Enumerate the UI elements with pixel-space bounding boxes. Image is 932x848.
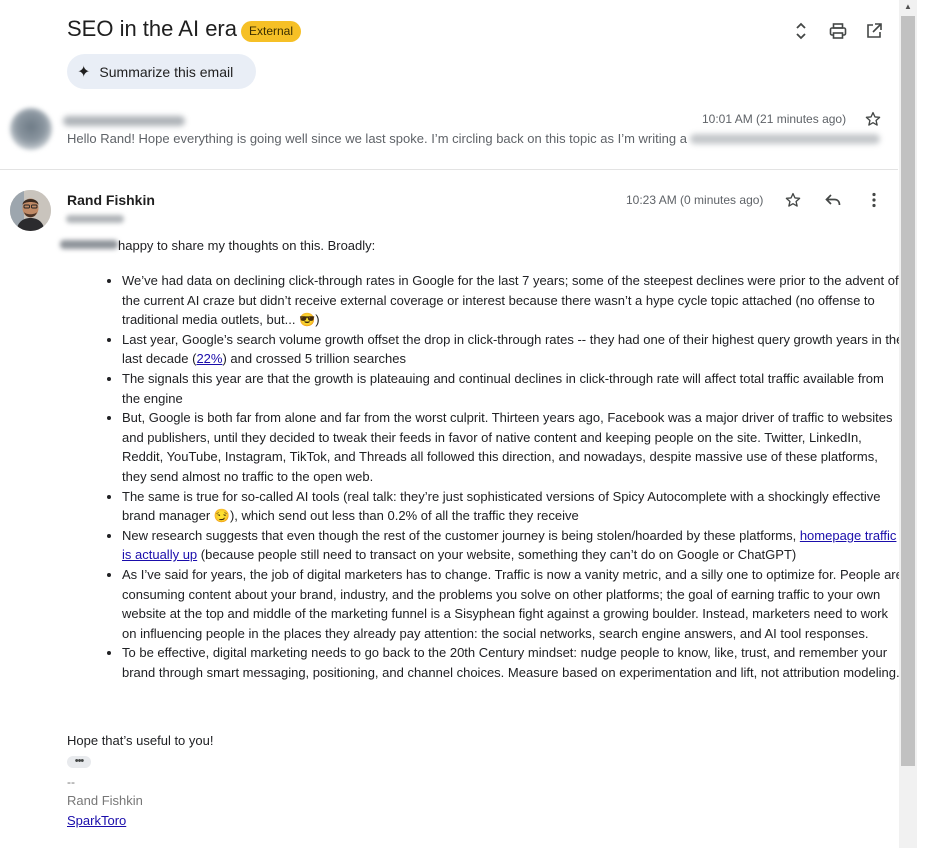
recipient-redacted [66, 215, 124, 223]
snippet-redacted [690, 134, 880, 144]
sparktoro-link[interactable]: SparkToro [67, 813, 126, 828]
list-item: The signals this year are that the growt… [122, 369, 904, 408]
list-item: To be effective, digital marketing needs… [122, 643, 904, 682]
list-item: We’ve had data on declining click-throug… [122, 271, 904, 330]
more-options-icon[interactable] [866, 191, 882, 214]
sender-name-redacted [63, 116, 185, 126]
sender-avatar[interactable] [10, 190, 51, 231]
summarize-label: Summarize this email [99, 63, 234, 80]
scrollbar-thumb[interactable] [901, 16, 915, 766]
expand-collapse-icon[interactable] [790, 20, 812, 42]
list-item: The same is true for so-called AI tools … [122, 487, 904, 526]
message-time-collapsed: 10:01 AM (21 minutes ago) [702, 112, 847, 126]
avatar-redacted [10, 108, 52, 150]
list-item: Last year, Google’s search volume growth… [122, 330, 904, 369]
message-divider [0, 169, 898, 170]
signature-name: Rand Fishkin [67, 793, 143, 808]
show-trimmed-content-button[interactable]: ••• [67, 756, 91, 768]
greeting-redacted [60, 240, 118, 249]
list-item: As I’ve said for years, the job of digit… [122, 565, 904, 643]
star-icon[interactable] [784, 191, 802, 214]
stat-link-22-percent[interactable]: 22% [196, 351, 222, 366]
message-snippet[interactable]: Hello Rand! Hope everything is going wel… [67, 131, 687, 146]
external-badge: External [241, 21, 302, 42]
signature-separator: -- [67, 775, 75, 789]
reply-icon[interactable] [824, 191, 842, 214]
print-icon[interactable] [827, 20, 849, 42]
closing-text: Hope that’s useful to you! [67, 733, 214, 748]
list-item: New research suggests that even though t… [122, 526, 904, 565]
sender-name[interactable]: Rand Fishkin [67, 192, 155, 208]
scroll-up-arrow-icon[interactable]: ▲ [899, 0, 917, 14]
message-bullet-list: We’ve had data on declining click-throug… [104, 271, 904, 682]
open-in-new-window-icon[interactable] [863, 20, 885, 42]
list-item: But, Google is both far from alone and f… [122, 408, 904, 486]
star-icon[interactable] [864, 110, 882, 133]
email-subject: SEO in the AI era [67, 16, 237, 41]
intro-text: happy to share my thoughts on this. Broa… [118, 238, 376, 253]
sparkle-icon: ✦ [77, 63, 91, 81]
summarize-email-button[interactable]: ✦ Summarize this email [67, 54, 256, 89]
message-time: 10:23 AM (0 minutes ago) [626, 193, 764, 207]
